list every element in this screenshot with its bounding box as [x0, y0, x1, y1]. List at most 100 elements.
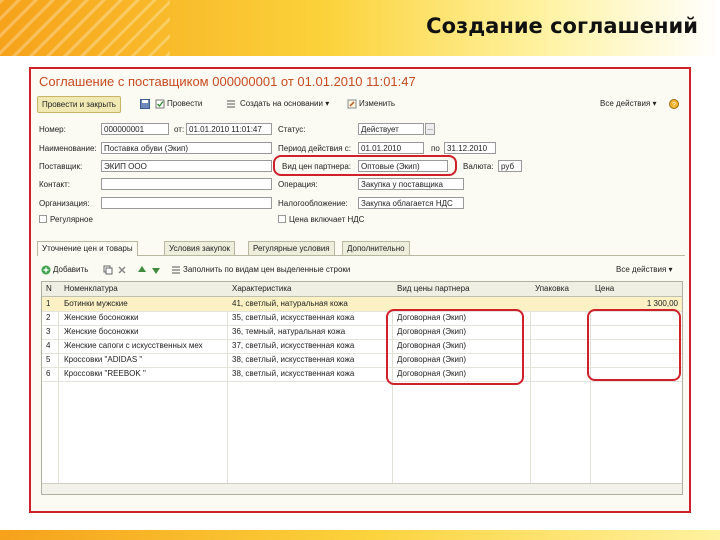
header-pattern: [0, 0, 170, 56]
all-actions-button[interactable]: Все действия ▾: [600, 96, 657, 111]
dropdown-arrow-icon: ▾: [652, 99, 657, 108]
toolbar: Провести и закрыть Провести Создать на о…: [37, 96, 685, 113]
period-to-field[interactable]: 31.12.2010: [444, 142, 496, 154]
add-label: Добавить: [53, 265, 89, 274]
move-down-button[interactable]: [151, 262, 163, 277]
help-icon: ?: [669, 98, 679, 109]
arrow-up-icon: [138, 265, 146, 272]
list-button[interactable]: [226, 96, 238, 111]
all-actions-label: Все действия: [600, 99, 651, 108]
header-item[interactable]: Номенклатура: [64, 284, 118, 293]
number-field[interactable]: 000000001: [101, 123, 169, 135]
status-select-button[interactable]: ...: [425, 123, 435, 135]
grid-all-actions-label: Все действия: [616, 265, 667, 274]
cell-characteristic: 41, светлый, натуральная кожа: [232, 299, 348, 308]
post-and-close-button[interactable]: Провести и закрыть: [37, 96, 121, 113]
create-based-on-button[interactable]: Создать на основании ▾: [240, 96, 329, 111]
regular-label: Регулярное: [50, 215, 93, 224]
tab-purchase-terms[interactable]: Условия закупок: [164, 241, 236, 255]
period-label: Период действия с:: [278, 144, 352, 153]
highlight-price-type-column: [386, 309, 524, 385]
number-label: Номер:: [39, 125, 66, 134]
post-icon: [155, 99, 165, 109]
cell-characteristic: 38, светлый, искусственная кожа: [232, 369, 355, 378]
contact-field[interactable]: [101, 178, 272, 190]
dropdown-arrow-icon: ▾: [325, 99, 330, 108]
cell-item: Женские босоножки: [64, 327, 139, 336]
grid-toolbar: Добавить Заполнить по видам цен выделенн…: [41, 262, 685, 276]
fill-by-price-type-button[interactable]: Заполнить по видам цен выделенные строки: [171, 262, 350, 277]
vat-included-checkbox[interactable]: [278, 215, 286, 223]
supplier-label: Поставщик:: [39, 162, 83, 171]
period-from-field[interactable]: 01.01.2010: [358, 142, 424, 154]
dropdown-arrow-icon: ▾: [668, 265, 673, 274]
currency-label: Валюта:: [463, 162, 494, 171]
organization-field[interactable]: [101, 197, 272, 209]
contact-label: Контакт:: [39, 180, 71, 189]
cell-n: 2: [46, 313, 51, 322]
operation-label: Операция:: [278, 180, 318, 189]
save-icon: [140, 98, 150, 109]
post-button[interactable]: Провести: [155, 96, 202, 111]
cell-item: Кроссовки "ADIDAS ": [64, 355, 143, 364]
table-row[interactable]: 1 Ботинки мужские 41, светлый, натуральн…: [42, 297, 682, 312]
currency-field[interactable]: руб: [498, 160, 522, 172]
table-scrollbar[interactable]: [42, 483, 682, 494]
to-label: по: [431, 144, 440, 153]
list-icon: [227, 100, 235, 108]
supplier-field[interactable]: ЭКИП ООО: [101, 160, 272, 172]
table-row[interactable]: 6 Кроссовки "REEBOK " 38, светлый, искус…: [42, 367, 682, 382]
slide-title: Создание соглашений: [426, 14, 698, 38]
window-title: Соглашение с поставщиком 000000001 от 01…: [39, 74, 416, 89]
regular-checkbox[interactable]: [39, 215, 47, 223]
table-row[interactable]: 3 Женские босоножки 36, темный, натураль…: [42, 325, 682, 340]
tab-price-goods[interactable]: Уточнение цен и товары: [37, 241, 138, 256]
header-price[interactable]: Цена: [595, 284, 614, 293]
copy-icon: [103, 265, 113, 275]
cell-characteristic: 37, светлый, искусственная кожа: [232, 341, 355, 350]
status-field[interactable]: Действует: [358, 123, 424, 135]
edit-button[interactable]: Изменить: [347, 96, 395, 111]
taxation-field[interactable]: Закупка облагается НДС: [358, 197, 464, 209]
edit-icon: [347, 99, 357, 109]
header-package[interactable]: Упаковка: [535, 284, 569, 293]
create-based-label: Создать на основании: [240, 99, 323, 108]
post-label: Провести: [167, 99, 203, 108]
slide-header: Создание соглашений: [0, 0, 720, 56]
tab-regular-terms[interactable]: Регулярные условия: [248, 241, 335, 255]
grid-all-actions-button[interactable]: Все действия ▾: [616, 262, 673, 277]
cell-item: Женские сапоги с искусственных мех: [64, 341, 203, 350]
header-price-type[interactable]: Вид цены партнера: [397, 284, 470, 293]
fill-icon: [172, 266, 180, 274]
help-button[interactable]: ?: [669, 96, 681, 111]
header-n[interactable]: N: [46, 284, 52, 293]
cell-item: Женские босоножки: [64, 313, 139, 322]
organization-label: Организация:: [39, 199, 90, 208]
status-label: Статус:: [278, 125, 306, 134]
copy-row-button[interactable]: [103, 262, 115, 277]
cell-n: 1: [46, 299, 51, 308]
table-row[interactable]: 2 Женские босоножки 35, светлый, искусст…: [42, 311, 682, 326]
header-characteristic[interactable]: Характеристика: [232, 284, 291, 293]
cell-item: Кроссовки "REEBOK ": [64, 369, 146, 378]
cell-n: 4: [46, 341, 51, 350]
name-field[interactable]: Поставка обуви (Экип): [101, 142, 272, 154]
date-field[interactable]: 01.01.2010 11:01:47: [186, 123, 272, 135]
tab-bar: Уточнение цен и товары Условия закупок Р…: [37, 241, 685, 256]
cell-price: 1 300,00: [646, 299, 678, 308]
tab-additional[interactable]: Дополнительно: [342, 241, 410, 255]
table-row[interactable]: 5 Кроссовки "ADIDAS " 38, светлый, искус…: [42, 353, 682, 368]
delete-icon: [118, 266, 126, 274]
cell-characteristic: 35, светлый, искусственная кожа: [232, 313, 355, 322]
move-up-button[interactable]: [137, 262, 149, 277]
cell-characteristic: 38, светлый, искусственная кожа: [232, 355, 355, 364]
save-button[interactable]: [140, 96, 152, 111]
operation-field[interactable]: Закупка у поставщика: [358, 178, 464, 190]
delete-row-button[interactable]: [117, 262, 129, 277]
vat-included-label: Цена включает НДС: [289, 215, 365, 224]
highlight-price-type-field: [273, 155, 457, 176]
add-row-button[interactable]: Добавить: [41, 262, 88, 277]
svg-text:?: ?: [672, 102, 676, 109]
table-row[interactable]: 4 Женские сапоги с искусственных мех 37,…: [42, 339, 682, 354]
cell-n: 5: [46, 355, 51, 364]
